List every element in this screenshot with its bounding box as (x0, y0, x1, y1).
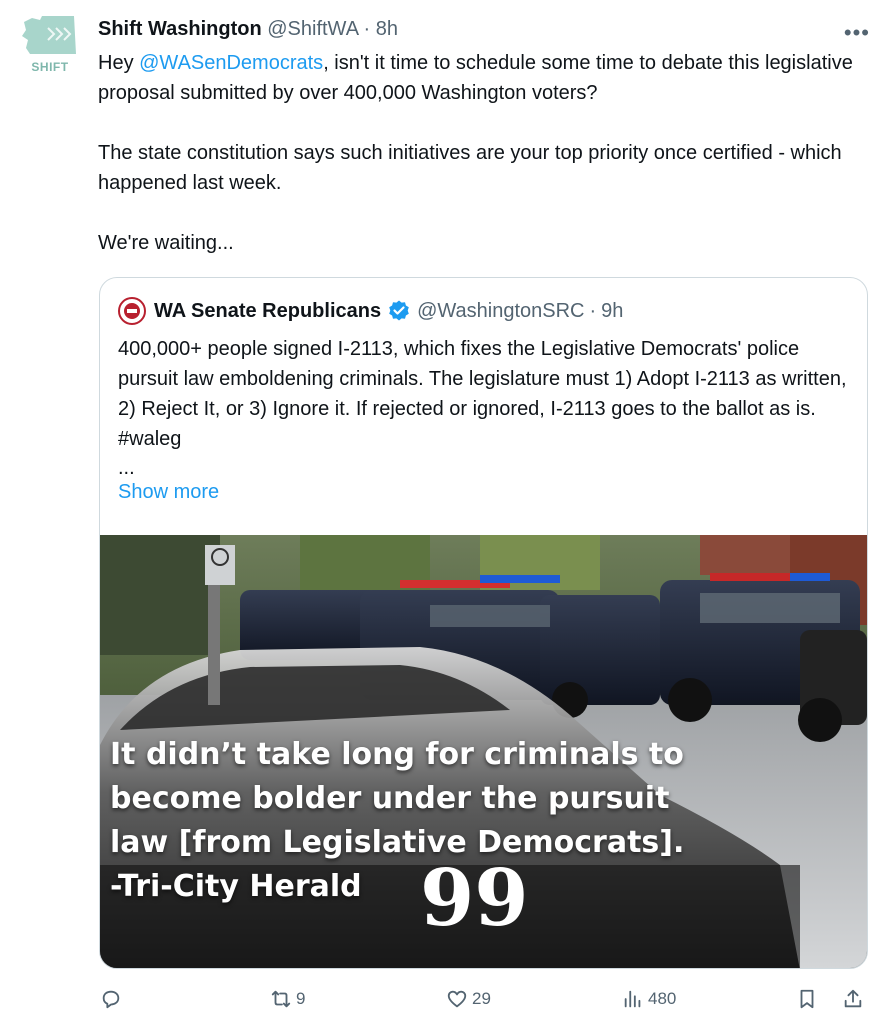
avatar-label: SHIFT (31, 60, 69, 74)
tweet-paragraph-3: We're waiting... (98, 232, 234, 254)
tweet-text-prefix: Hey (98, 52, 140, 74)
show-more-link[interactable]: Show more (118, 481, 219, 504)
share-button[interactable] (842, 988, 868, 1010)
overlay-line-2: become bolder under the pursuit (110, 781, 670, 816)
like-count: 29 (472, 989, 491, 1008)
tweet-time[interactable]: 8h (376, 18, 398, 40)
retweet-icon (271, 990, 291, 1008)
tweet: Shift Washington @ShiftWA · 8h Hey @WASe… (98, 14, 868, 258)
like-button[interactable]: 29 (446, 988, 491, 1010)
retweet-button[interactable]: 9 (270, 988, 305, 1010)
photo-overlay-text: It didn’t take long for criminals to bec… (110, 733, 720, 938)
tweet-paragraph-2: The state constitution says such initiat… (98, 142, 842, 194)
views-button[interactable]: 480 (622, 988, 676, 1010)
reply-button[interactable] (100, 988, 126, 1010)
quoted-header: WA Senate Republicans @WashingtonSRC · 9… (118, 296, 623, 326)
reply-icon (102, 990, 120, 1009)
action-bar: 9 29 480 (98, 988, 868, 1016)
quoted-author-name[interactable]: WA Senate Republicans (154, 296, 381, 326)
verified-badge-icon (389, 300, 409, 321)
overlay-line-4: -Tri-City Herald (110, 869, 362, 904)
retweet-count: 9 (296, 989, 306, 1008)
police-cars-photo[interactable]: It didn’t take long for criminals to bec… (100, 535, 867, 968)
avatar[interactable]: SHIFT (18, 14, 82, 78)
quoted-author-handle[interactable]: @WashingtonSRC (417, 296, 584, 326)
tweet-text: Hey @WASenDemocrats, isn't it time to sc… (98, 48, 868, 258)
bookmark-icon (800, 989, 814, 1009)
quoted-separator: · (589, 300, 597, 322)
tweet-header: Shift Washington @ShiftWA · 8h (98, 14, 868, 44)
overlay-line-3: law [from Legislative Democrats]. (110, 825, 685, 860)
senate-republicans-seal-icon[interactable] (118, 297, 146, 325)
header-separator: · (363, 18, 371, 40)
author-name[interactable]: Shift Washington (98, 18, 262, 40)
overlay-line-1: It didn’t take long for criminals to (110, 737, 684, 772)
washington-state-logo-icon (22, 16, 76, 54)
mention-link[interactable]: @WASenDemocrats (139, 52, 323, 74)
quote-mark-icon: 99 (420, 853, 529, 944)
views-icon (624, 990, 641, 1008)
quoted-ellipsis: ... (118, 457, 135, 479)
bookmark-button[interactable] (796, 988, 822, 1010)
author-handle[interactable]: @ShiftWA (267, 18, 358, 40)
quoted-tweet[interactable]: WA Senate Republicans @WashingtonSRC · 9… (99, 277, 868, 969)
views-count: 480 (648, 989, 677, 1008)
heart-icon (447, 990, 467, 1008)
share-icon (844, 989, 862, 1008)
quoted-time[interactable]: 9h (601, 296, 623, 326)
quoted-text: 400,000+ people signed I-2113, which fix… (118, 338, 847, 450)
